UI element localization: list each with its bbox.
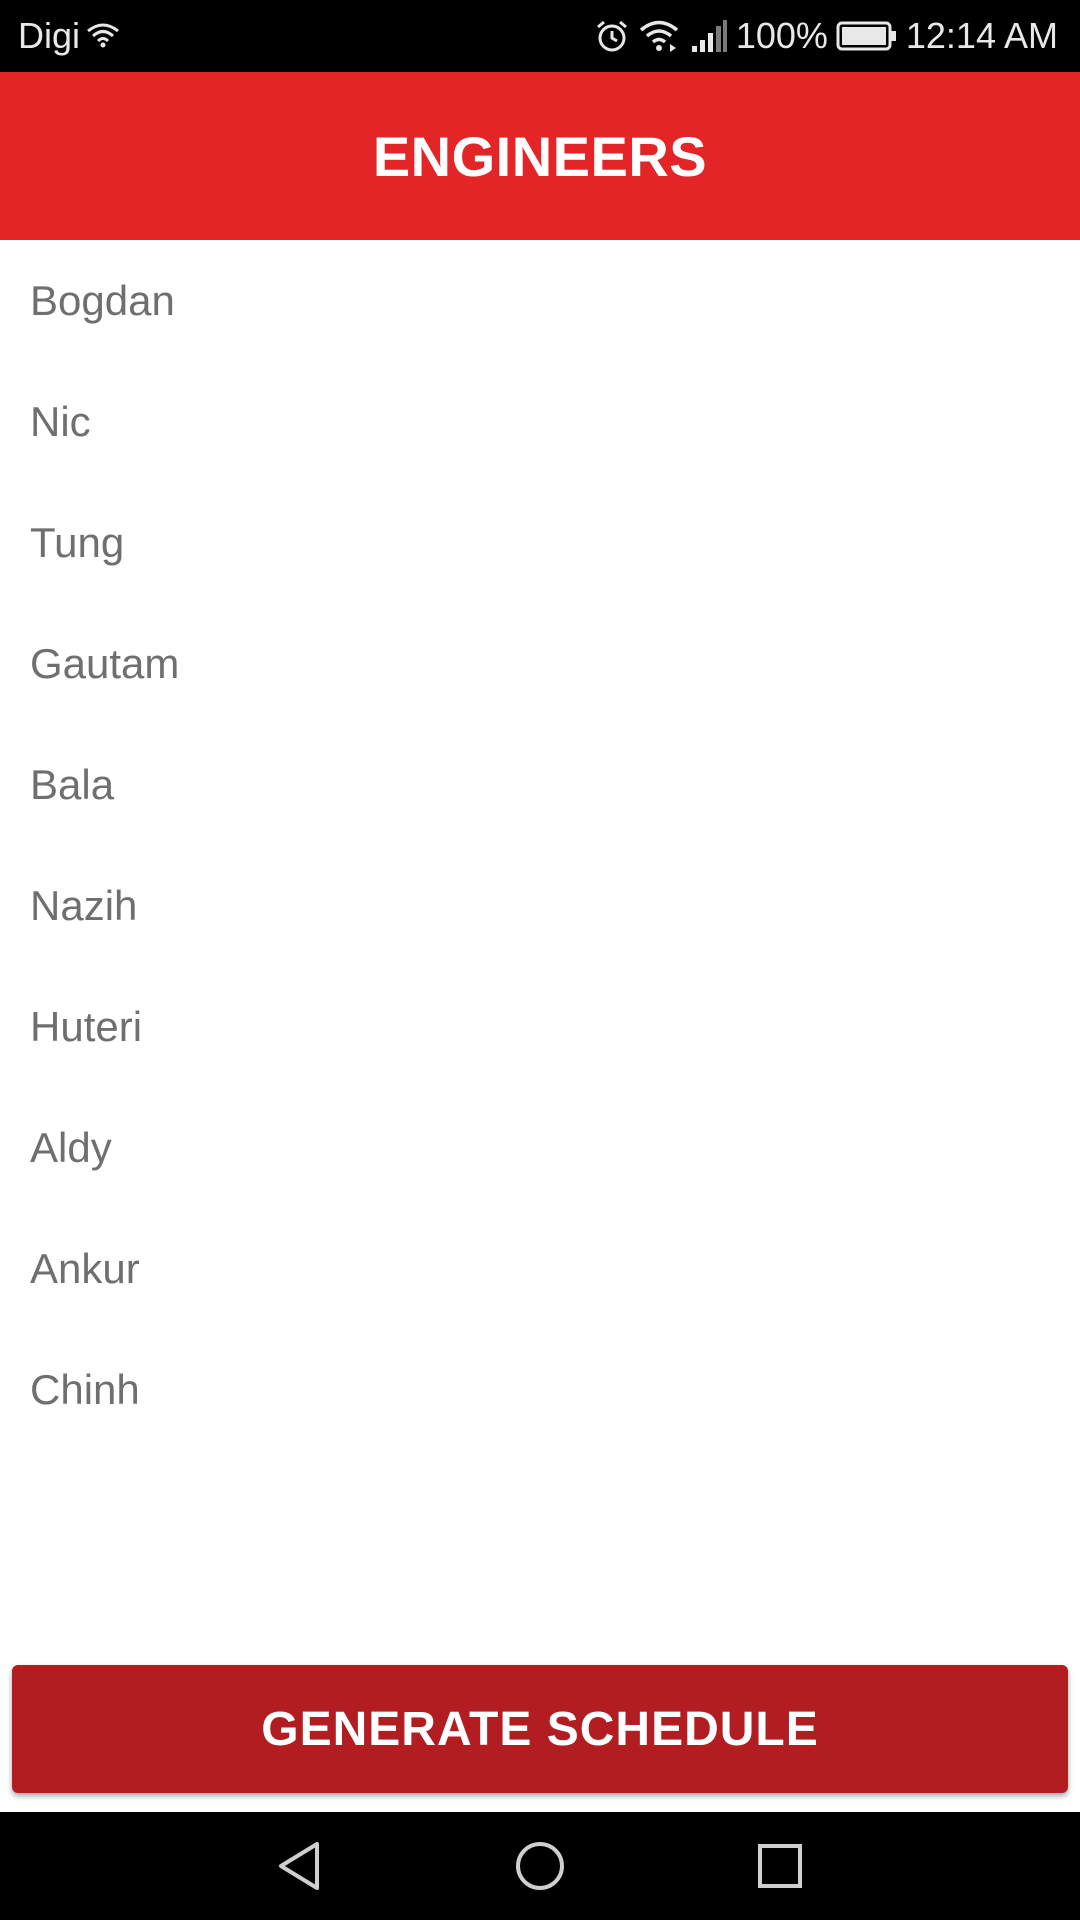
- list-item[interactable]: Bogdan: [0, 240, 1080, 361]
- recents-icon[interactable]: [754, 1840, 806, 1897]
- engineer-name: Aldy: [30, 1123, 112, 1171]
- carrier-name: Digi: [18, 15, 81, 56]
- list-item[interactable]: Huteri: [0, 966, 1080, 1087]
- signal-icon: [688, 18, 728, 54]
- engineer-name: Gautam: [30, 639, 180, 687]
- home-icon[interactable]: [514, 1840, 566, 1897]
- navigation-bar: [0, 1812, 1080, 1920]
- wifi-icon: [86, 22, 120, 53]
- engineer-name: Bala: [30, 760, 115, 808]
- list-item[interactable]: Bala: [0, 724, 1080, 845]
- engineer-name: Nic: [30, 397, 91, 445]
- engineer-list: Bogdan Nic Tung Gautam Bala Nazih Huteri…: [0, 240, 1080, 1450]
- list-item[interactable]: Tung: [0, 482, 1080, 603]
- list-item[interactable]: Aldy: [0, 1087, 1080, 1208]
- list-item[interactable]: Gautam: [0, 603, 1080, 724]
- list-item[interactable]: Nic: [0, 361, 1080, 482]
- list-item[interactable]: Chinh: [0, 1329, 1080, 1450]
- list-item[interactable]: Nazih: [0, 845, 1080, 966]
- wifi-icon: [638, 18, 680, 54]
- battery-icon: [836, 20, 898, 52]
- clock: 12:14 AM: [905, 15, 1058, 56]
- list-item[interactable]: Ankur: [0, 1208, 1080, 1329]
- generate-schedule-button[interactable]: GENERATE SCHEDULE: [12, 1665, 1068, 1793]
- engineer-name: Huteri: [30, 1002, 143, 1050]
- engineer-name: Chinh: [30, 1365, 140, 1413]
- engineer-name: Ankur: [30, 1244, 140, 1292]
- status-icons: 100% 12:14 AM: [594, 14, 1058, 58]
- page-title: ENGINEERS: [372, 124, 708, 188]
- engineer-name: Bogdan: [30, 276, 175, 324]
- status-bar: Digi 100% 12:14 AM: [0, 0, 1080, 72]
- back-icon[interactable]: [275, 1840, 327, 1897]
- alarm-icon: [594, 18, 630, 54]
- engineer-name: Tung: [30, 518, 125, 566]
- app-bar: ENGINEERS: [0, 72, 1080, 240]
- engineer-name: Nazih: [30, 881, 138, 929]
- battery-level: 100%: [735, 15, 828, 56]
